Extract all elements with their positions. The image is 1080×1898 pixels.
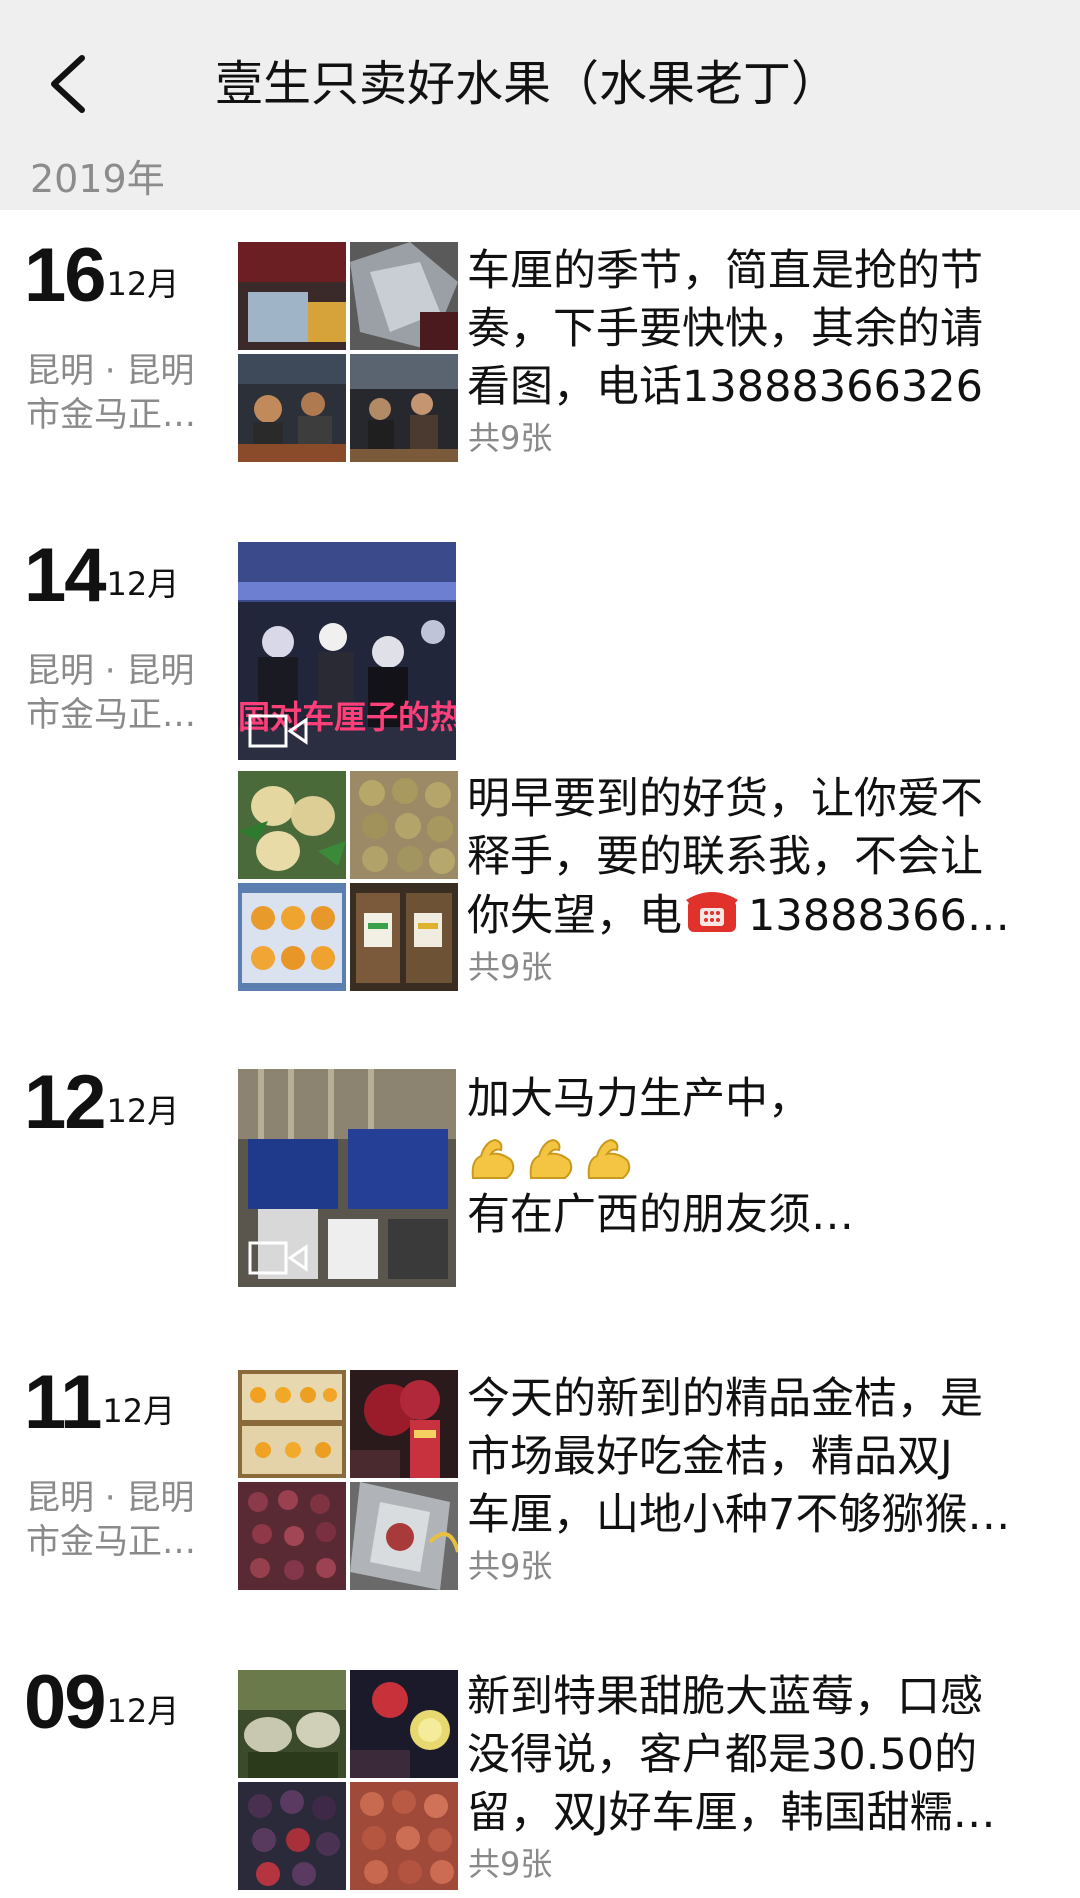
- photo-grid[interactable]: [238, 1670, 458, 1890]
- emoji-row: [467, 1128, 1052, 1186]
- post-text-line: 你失望，电 13888366…: [467, 886, 1052, 945]
- post-location: 昆明 · 昆明: [26, 1478, 195, 1518]
- photo-thumbnail[interactable]: [350, 883, 458, 991]
- post-month: 12月: [102, 1392, 176, 1430]
- photo-count: 共9张: [468, 948, 553, 986]
- photo-thumbnail[interactable]: [350, 354, 458, 462]
- post-text-line: 明早要到的好货，让你爱不: [467, 774, 983, 824]
- post-text-line: 车厘的季节，简直是抢的节: [467, 246, 983, 296]
- post-text-line: 没得说，客户都是30.50的: [467, 1730, 978, 1780]
- photo-thumbnail[interactable]: [238, 242, 346, 350]
- post-text[interactable]: 今天的新到的精品金桔，是 市场最好吃金桔，精品双J 车厘，山地小种7不够猕猴…: [467, 1370, 1052, 1544]
- post-date: 1212月: [24, 1063, 179, 1143]
- video-camera-icon: [248, 1241, 308, 1275]
- post-date: 1112月: [24, 1363, 175, 1443]
- photo-thumbnail[interactable]: [350, 1782, 458, 1890]
- post-location: 市金马正…: [26, 395, 196, 435]
- post-location: 昆明 · 昆明: [26, 351, 195, 391]
- flexed-biceps-icon: [529, 1138, 573, 1179]
- post-text-line: 车厘，山地小种7不够猕猴…: [467, 1490, 1011, 1540]
- post-month: 12月: [106, 1692, 180, 1730]
- post-text[interactable]: 加大马力生产中， 有在广西的朋友须…: [467, 1070, 1052, 1244]
- post-text-line: 今天的新到的精品金桔，是: [467, 1374, 983, 1424]
- flexed-biceps-icon: [471, 1138, 515, 1179]
- post-date: 1412月: [24, 536, 179, 616]
- back-button[interactable]: [40, 48, 100, 120]
- post-location: 昆明 · 昆明: [26, 651, 195, 691]
- post-date: 0912月: [24, 1663, 179, 1743]
- post-day: 14: [24, 533, 107, 618]
- post-month: 12月: [106, 1092, 180, 1130]
- photo-thumbnail[interactable]: [350, 1670, 458, 1778]
- photo-thumbnail[interactable]: [238, 1670, 346, 1778]
- page-title: 壹生只卖好水果（水果老丁）: [215, 56, 840, 112]
- post-day: 09: [24, 1660, 107, 1745]
- photo-thumbnail[interactable]: [238, 1370, 346, 1478]
- post-text-line: 加大马力生产中，: [467, 1074, 811, 1124]
- post-text-segment: 你失望，电: [467, 891, 682, 941]
- photo-thumbnail[interactable]: [238, 1782, 346, 1890]
- video-thumbnail[interactable]: 国对车厘子的热: [238, 542, 456, 760]
- photo-count: 共9张: [468, 1845, 553, 1883]
- post-text-line: 留，双J好车厘，韩国甜糯…: [467, 1788, 996, 1838]
- post-day: 12: [24, 1060, 107, 1145]
- video-camera-icon: [248, 714, 308, 748]
- photo-grid[interactable]: [238, 1370, 458, 1590]
- post-text-line: 看图，电话13888366326: [467, 362, 983, 412]
- photo-thumbnail[interactable]: [350, 1482, 458, 1590]
- photo-thumbnail[interactable]: [350, 242, 458, 350]
- post-location: 市金马正…: [26, 695, 196, 735]
- post-date: 1612月: [24, 236, 179, 316]
- post-month: 12月: [106, 565, 180, 603]
- post-text[interactable]: 明早要到的好货，让你爱不 释手，要的联系我，不会让 你失望，电 13888366…: [467, 770, 1052, 945]
- flexed-biceps-icon: [587, 1138, 631, 1179]
- post-month: 12月: [106, 265, 180, 303]
- post-text[interactable]: 车厘的季节，简直是抢的节 奏，下手要快快，其余的请 看图，电话138883663…: [467, 242, 1052, 416]
- photo-thumbnail[interactable]: [238, 1482, 346, 1590]
- post-text-line: 市场最好吃金桔，精品双J: [467, 1432, 953, 1482]
- photo-thumbnail[interactable]: [238, 354, 346, 462]
- nav-bar: 壹生只卖好水果（水果老丁）: [0, 0, 1080, 148]
- post-text-segment: 13888366…: [748, 891, 1010, 941]
- photo-grid[interactable]: [238, 771, 458, 991]
- photo-thumbnail[interactable]: [238, 883, 346, 991]
- chevron-left-icon: [51, 55, 85, 113]
- post-text[interactable]: 新到特果甜脆大蓝莓，口感 没得说，客户都是30.50的 留，双J好车厘，韩国甜糯…: [467, 1668, 1052, 1842]
- photo-thumbnail[interactable]: [350, 1370, 458, 1478]
- video-thumbnail[interactable]: [238, 1069, 456, 1287]
- photo-thumbnail[interactable]: [350, 771, 458, 879]
- post-text-line: 新到特果甜脆大蓝莓，口感: [467, 1672, 983, 1722]
- photo-count: 共9张: [468, 1547, 553, 1585]
- photo-count: 共9张: [468, 419, 553, 457]
- post-text-line: 释手，要的联系我，不会让: [467, 832, 983, 882]
- post-day: 11: [24, 1360, 102, 1445]
- post-location: 市金马正…: [26, 1522, 196, 1562]
- year-label: 2019年: [30, 157, 165, 201]
- post-text-line: 奏，下手要快快，其余的请: [467, 304, 983, 354]
- telephone-icon: [686, 892, 738, 932]
- photo-thumbnail[interactable]: [238, 771, 346, 879]
- post-text-line: 有在广西的朋友须…: [467, 1190, 854, 1240]
- post-day: 16: [24, 233, 107, 318]
- photo-grid[interactable]: [238, 242, 458, 462]
